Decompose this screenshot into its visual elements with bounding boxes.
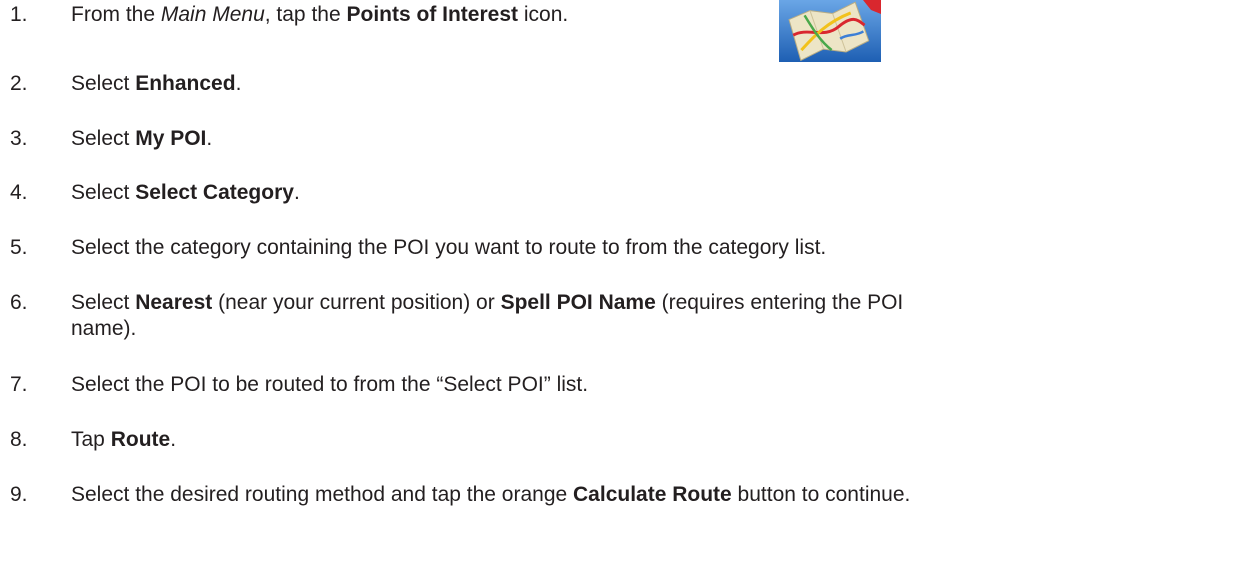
step-3: 3. Select My POI. (10, 126, 212, 152)
points-of-interest-icon (779, 0, 881, 62)
step-8: 8. Tap Route. (10, 427, 176, 453)
step-number: 5. (10, 236, 28, 259)
step-number: 7. (10, 373, 28, 396)
step-text-part: (requires entering the POI (655, 291, 904, 314)
step-text-part: icon. (518, 3, 569, 26)
step-5: 5. Select the category containing the POI… (10, 235, 826, 261)
step-text-part: . (206, 127, 213, 150)
step-text-part: Select Category (135, 181, 294, 204)
step-number: 9. (10, 483, 28, 506)
step-text-part: Select (71, 72, 136, 95)
step-1: 1. From the Main Menu, tap the Points of … (10, 2, 568, 28)
step-text-part: Select the category containing the POI y… (71, 236, 827, 259)
step-6: 6. Select Nearest (near your current posi… (10, 290, 903, 342)
step-number: 6. (10, 291, 28, 314)
step-text-part: My POI (135, 127, 207, 150)
step-text-part: Select the POI to be routed to from the … (71, 373, 589, 396)
step-text-part: Spell POI Name (500, 291, 656, 314)
step-4: 4. Select Select Category. (10, 180, 300, 206)
step-number: 3. (10, 127, 28, 150)
step-text-part: Points of Interest (346, 3, 519, 26)
step-text-part: . (235, 72, 242, 95)
step-text-part: . (293, 181, 300, 204)
step-text-part: Route (110, 428, 171, 451)
step-7: 7. Select the POI to be routed to from th… (10, 372, 588, 398)
step-number: 8. (10, 428, 28, 451)
step-text-part: Select (71, 291, 136, 314)
step-text-part: Tap (71, 428, 111, 451)
step-9: 9. Select the desired routing method and … (10, 482, 910, 508)
step-text-part: , tap the (264, 3, 347, 26)
step-number: 2. (10, 72, 28, 95)
step-continuation: name). (71, 317, 137, 340)
step-text-part: Calculate Route (573, 483, 732, 506)
step-text-part: Select (71, 181, 136, 204)
step-text-part: Main Menu (160, 3, 265, 26)
step-number: 4. (10, 181, 28, 204)
step-number: 1. (10, 3, 28, 26)
step-text-part: Select (71, 127, 136, 150)
step-text-part: button to continue. (731, 483, 911, 506)
step-text-part: (near your current position) or (212, 291, 501, 314)
step-text-part: Select the desired routing method and ta… (71, 483, 574, 506)
step-2: 2. Select Enhanced. (10, 71, 241, 97)
step-text-part: . (170, 428, 177, 451)
instruction-steps: 1. From the Main Menu, tap the Points of … (0, 0, 1243, 562)
step-text-part: Enhanced (135, 72, 236, 95)
step-text-part: Nearest (135, 291, 213, 314)
step-text-part: From the (71, 3, 161, 26)
